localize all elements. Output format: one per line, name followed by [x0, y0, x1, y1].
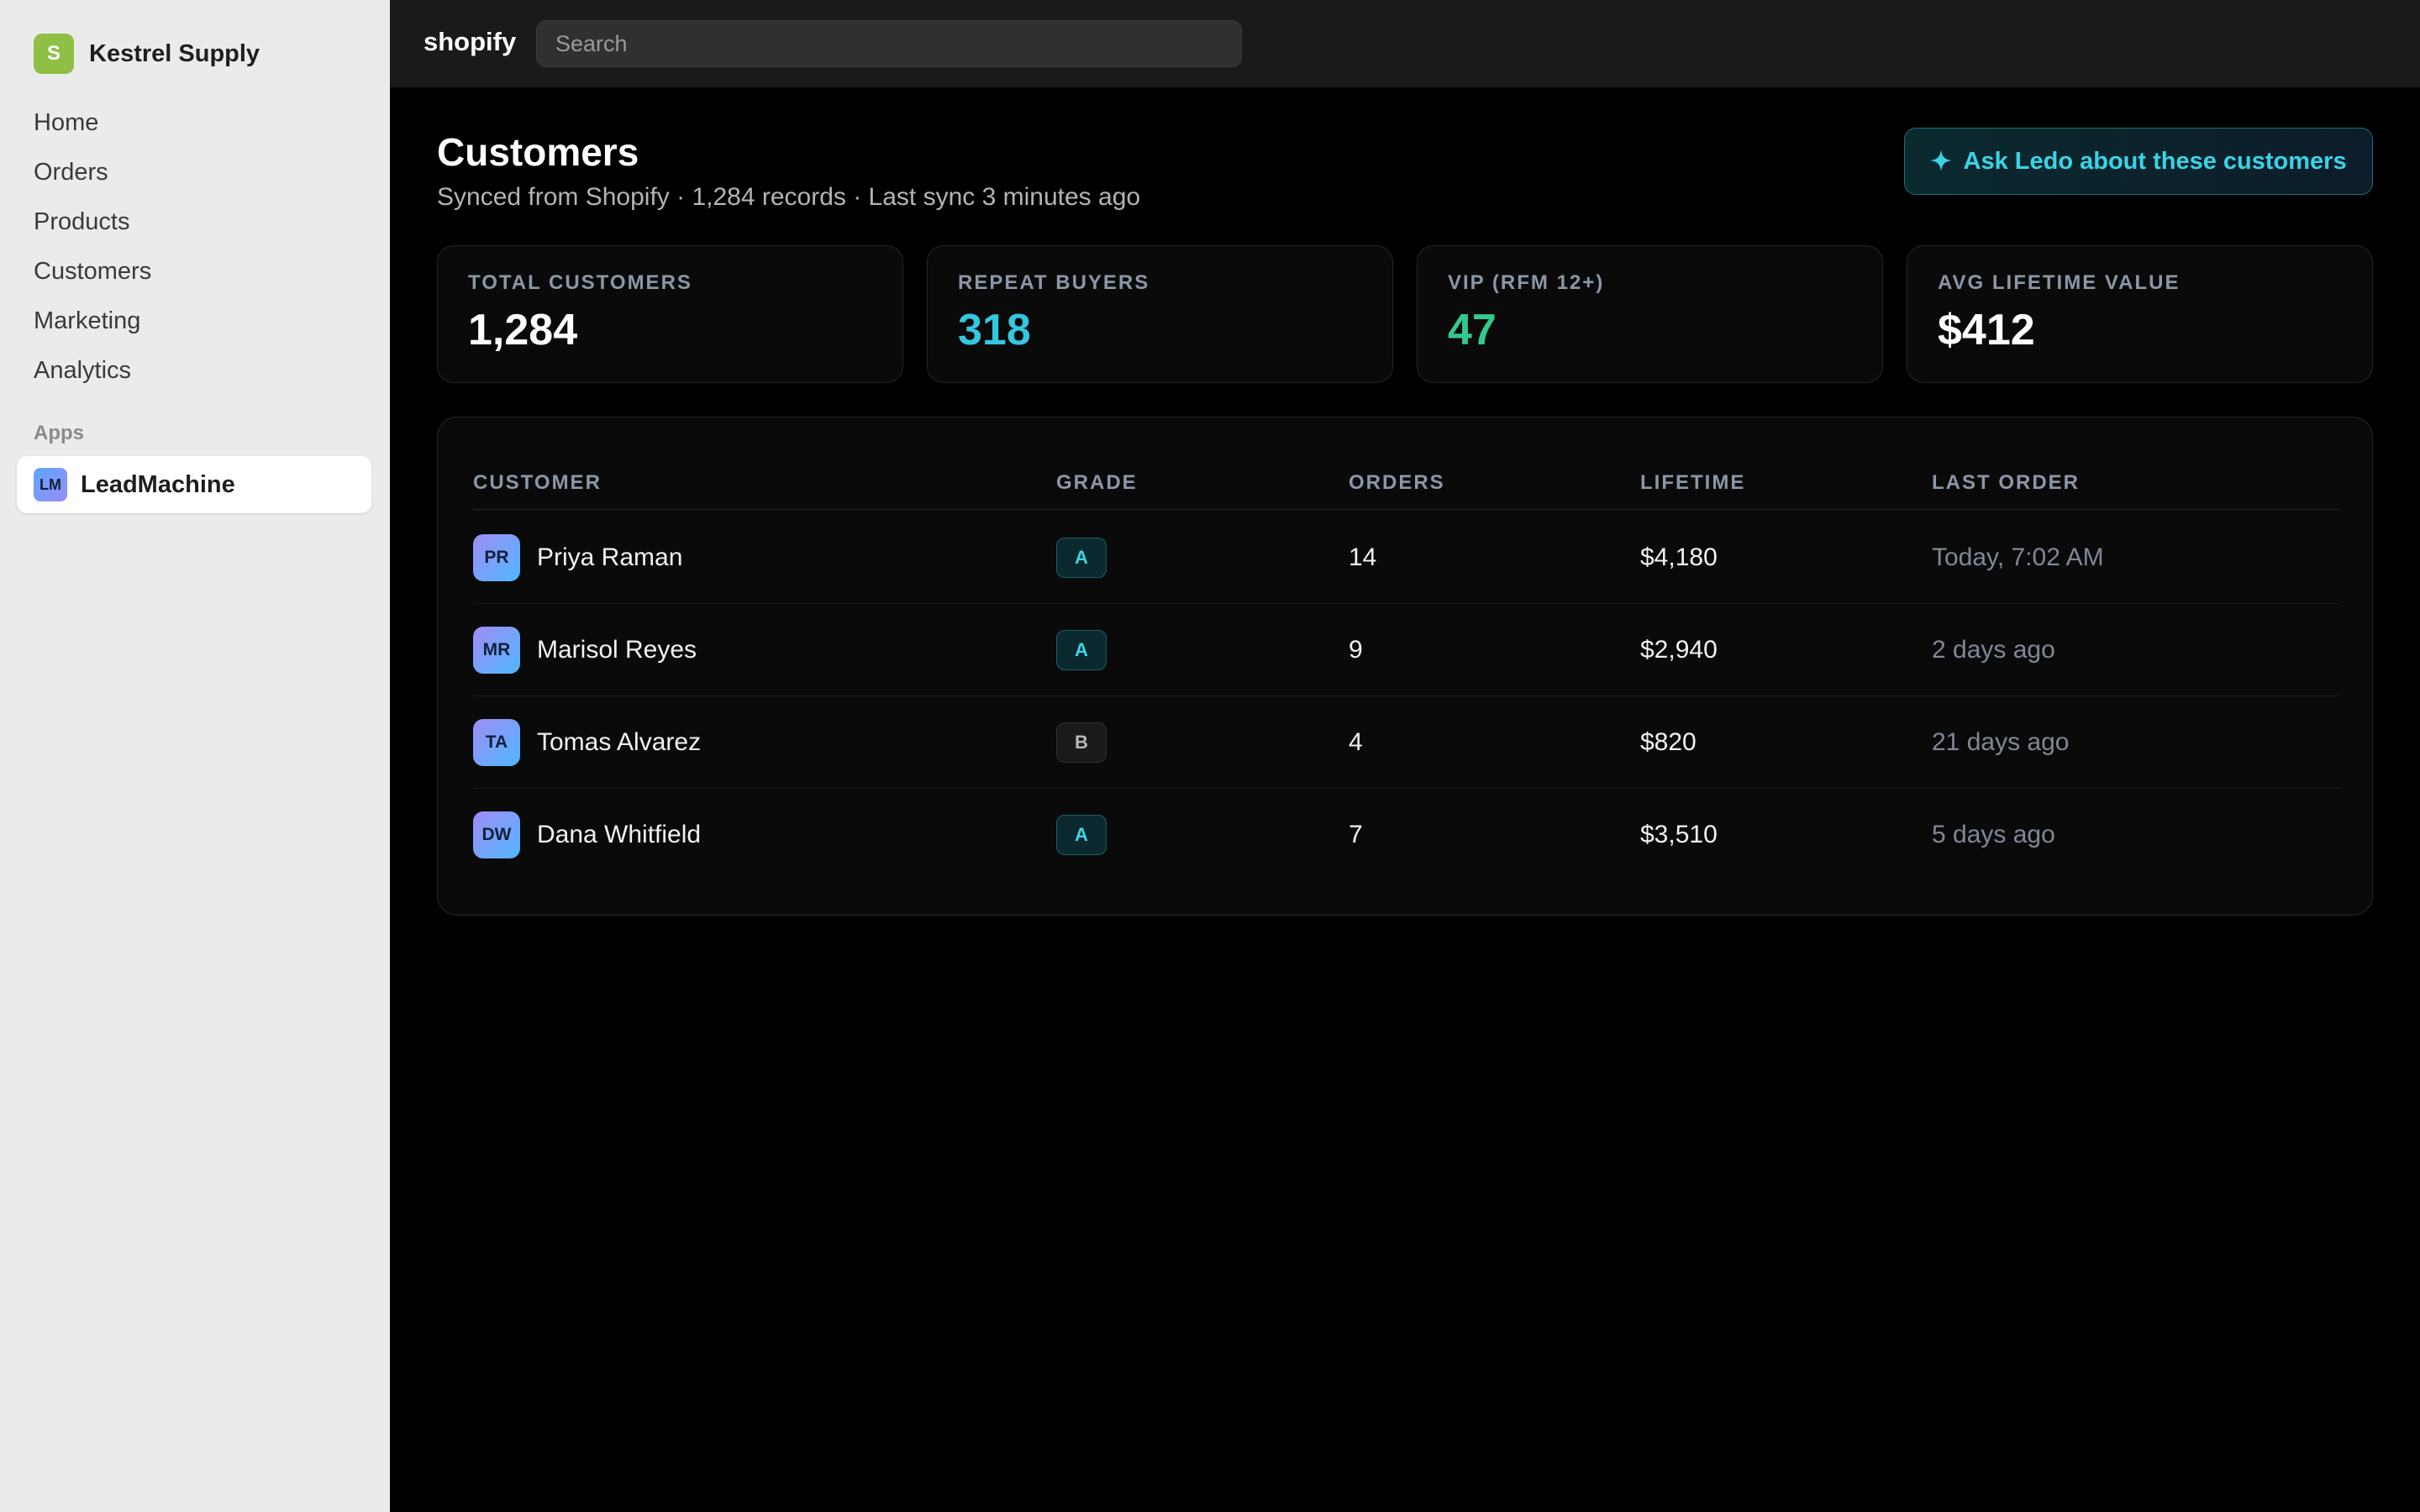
- store-logo-icon: S: [34, 34, 74, 74]
- customer-name[interactable]: Priya Raman: [537, 543, 682, 572]
- column-header-customer[interactable]: CUSTOMER: [473, 471, 602, 495]
- table-row[interactable]: TA Tomas Alvarez B 4 $820 21 days ago: [473, 696, 2340, 789]
- store-name: Kestrel Supply: [89, 39, 260, 67]
- page-subtitle: Synced from Shopify · 1,284 records · La…: [437, 183, 1141, 211]
- search-input[interactable]: [536, 20, 1242, 67]
- customers-table: CUSTOMER GRADE ORDERS LIFETIME LAST ORDE…: [437, 417, 2373, 916]
- grade-cell: A: [1056, 512, 1107, 604]
- orders-cell: 9: [1349, 636, 1363, 664]
- stat-card-avg-lifetime-value: AVG LIFETIME VALUE $412: [1907, 245, 2373, 383]
- sidebar-item-marketing[interactable]: Marketing: [34, 301, 151, 350]
- page-title: Customers: [437, 130, 639, 174]
- customer-cell: MR Marisol Reyes: [473, 604, 697, 696]
- table-row[interactable]: PR Priya Raman A 14 $4,180 Today, 7:02 A…: [473, 512, 2340, 604]
- sidebar-item-label: LeadMachine: [81, 470, 235, 498]
- table-row[interactable]: DW Dana Whitfield A 7 $3,510 5 days ago: [473, 789, 2340, 881]
- orders-cell: 14: [1349, 543, 1377, 571]
- stat-value: 47: [1448, 306, 1497, 354]
- top-bar: shopify: [390, 0, 2420, 87]
- stat-value: $412: [1938, 306, 2035, 354]
- column-header-last-order[interactable]: LAST ORDER: [1932, 471, 2080, 495]
- grade-cell: A: [1056, 604, 1107, 696]
- stat-label: TOTAL CUSTOMERS: [468, 271, 692, 294]
- lifetime-cell: $4,180: [1640, 543, 1718, 571]
- grade-badge: A: [1056, 630, 1107, 670]
- stat-label: REPEAT BUYERS: [958, 271, 1150, 294]
- stat-card-repeat-buyers: REPEAT BUYERS 318: [927, 245, 1393, 383]
- grade-cell: A: [1056, 789, 1107, 881]
- avatar: PR: [473, 534, 520, 581]
- stat-label: AVG LIFETIME VALUE: [1938, 271, 2181, 294]
- sidebar-item-products[interactable]: Products: [34, 202, 151, 251]
- sidebar-item-home[interactable]: Home: [34, 102, 151, 152]
- avatar: MR: [473, 627, 520, 674]
- last-order-cell: 5 days ago: [1932, 821, 2055, 848]
- last-order-cell: 2 days ago: [1932, 636, 2055, 664]
- sidebar-item-analytics[interactable]: Analytics: [34, 350, 151, 400]
- grade-badge: A: [1056, 538, 1107, 578]
- ask-ledo-button[interactable]: ✦ Ask Ledo about these customers: [1904, 128, 2373, 195]
- grade-badge: B: [1056, 722, 1107, 763]
- apps-section-label: Apps: [34, 422, 84, 444]
- avatar: DW: [473, 811, 520, 858]
- customer-name[interactable]: Dana Whitfield: [537, 821, 701, 849]
- stats-row: TOTAL CUSTOMERS 1,284 REPEAT BUYERS 318 …: [437, 245, 2373, 383]
- stat-card-total-customers: TOTAL CUSTOMERS 1,284: [437, 245, 903, 383]
- last-order-cell: Today, 7:02 AM: [1932, 543, 2104, 571]
- sidebar-item-orders[interactable]: Orders: [34, 152, 151, 202]
- sidebar-nav: Home Orders Products Customers Marketing…: [34, 102, 151, 400]
- grade-cell: B: [1056, 696, 1107, 789]
- leadmachine-app-icon: LM: [34, 468, 67, 501]
- stat-card-vip: VIP (RFM 12+) 47: [1417, 245, 1883, 383]
- stat-value: 1,284: [468, 306, 578, 354]
- stat-value: 318: [958, 306, 1031, 354]
- lifetime-cell: $820: [1640, 728, 1697, 756]
- column-header-orders[interactable]: ORDERS: [1349, 471, 1445, 495]
- table-row[interactable]: MR Marisol Reyes A 9 $2,940 2 days ago: [473, 604, 2340, 696]
- shopify-logo: shopify: [424, 27, 517, 56]
- lifetime-cell: $2,940: [1640, 636, 1718, 664]
- orders-cell: 4: [1349, 728, 1363, 756]
- sidebar-item-customers[interactable]: Customers: [34, 251, 151, 301]
- lifetime-cell: $3,510: [1640, 821, 1718, 848]
- customer-cell: PR Priya Raman: [473, 512, 682, 604]
- orders-cell: 7: [1349, 821, 1363, 848]
- table-header: CUSTOMER GRADE ORDERS LIFETIME LAST ORDE…: [473, 463, 2340, 510]
- grade-badge: A: [1056, 815, 1107, 855]
- last-order-cell: 21 days ago: [1932, 728, 2070, 756]
- store-switcher[interactable]: S Kestrel Supply: [34, 34, 260, 74]
- column-header-lifetime[interactable]: LIFETIME: [1640, 471, 1745, 495]
- sidebar-item-leadmachine[interactable]: LM LeadMachine: [17, 456, 371, 513]
- stat-label: VIP (RFM 12+): [1448, 271, 1605, 294]
- customer-cell: DW Dana Whitfield: [473, 789, 701, 881]
- sparkle-icon: ✦: [1930, 147, 1952, 176]
- customer-name[interactable]: Marisol Reyes: [537, 636, 697, 664]
- column-header-grade[interactable]: GRADE: [1056, 471, 1138, 495]
- ask-ledo-button-label: Ask Ledo about these customers: [1963, 147, 2347, 175]
- customer-name[interactable]: Tomas Alvarez: [537, 728, 701, 757]
- sidebar: S Kestrel Supply Home Orders Products Cu…: [0, 0, 390, 1512]
- avatar: TA: [473, 719, 520, 766]
- customer-cell: TA Tomas Alvarez: [473, 696, 701, 789]
